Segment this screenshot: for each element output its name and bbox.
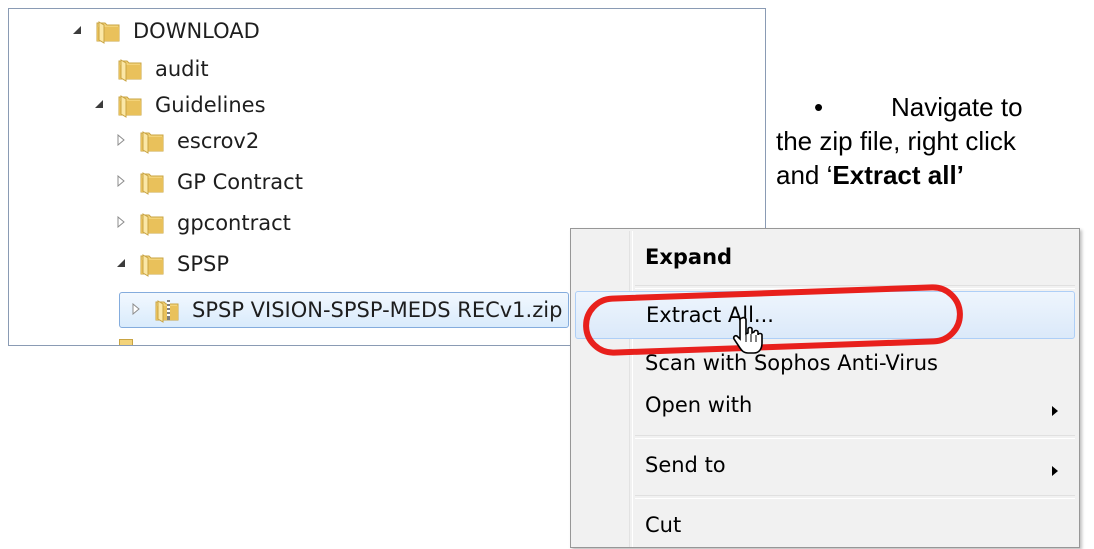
menu-separator bbox=[635, 495, 1075, 499]
zip-folder-icon bbox=[154, 297, 180, 323]
folder-icon bbox=[119, 339, 133, 345]
triangle-right-icon[interactable] bbox=[111, 171, 133, 193]
folder-icon bbox=[139, 128, 165, 154]
tree-item-escrov2[interactable]: escrov2 bbox=[111, 123, 259, 159]
tree-item-label: escrov2 bbox=[177, 129, 260, 153]
folder-icon bbox=[117, 56, 143, 82]
tree-item-gp-contract[interactable]: GP Contract bbox=[111, 164, 303, 200]
tree-item-gpcontract[interactable]: gpcontract bbox=[111, 205, 291, 241]
instruction-text: • Navigate to the zip file, right click … bbox=[776, 90, 1094, 192]
triangle-right-icon[interactable] bbox=[111, 212, 133, 234]
folder-icon bbox=[139, 210, 165, 236]
triangle-down-icon[interactable] bbox=[89, 94, 111, 116]
tree-item-label: SPSP VISION-SPSP-MEDS RECv1.zip bbox=[192, 298, 563, 322]
bullet: • bbox=[814, 92, 824, 122]
tree-item-label: Guidelines bbox=[155, 93, 266, 117]
chevron-right-icon bbox=[1051, 458, 1059, 482]
folder-icon bbox=[117, 92, 143, 118]
triangle-down-icon[interactable] bbox=[67, 20, 89, 42]
tree-item-spsp[interactable]: SPSP bbox=[111, 246, 229, 282]
folder-icon bbox=[139, 169, 165, 195]
menu-separator bbox=[635, 435, 1075, 439]
tree-item-download[interactable]: DOWNLOAD bbox=[67, 13, 260, 49]
tree-item-guidelines[interactable]: Guidelines bbox=[89, 87, 266, 123]
menu-item-cut[interactable]: Cut bbox=[575, 501, 1075, 549]
folder-icon bbox=[139, 251, 165, 277]
tree-item-label: GP Contract bbox=[177, 170, 303, 194]
menu-item-send-to[interactable]: Send to bbox=[575, 441, 1075, 489]
tree-item-label: audit bbox=[155, 57, 209, 81]
triangle-down-icon[interactable] bbox=[111, 253, 133, 275]
instruction-line-2: the zip file, right click bbox=[776, 126, 1016, 156]
instruction-line-1: Navigate to bbox=[891, 92, 1023, 122]
triangle-right-icon[interactable] bbox=[126, 299, 148, 321]
tree-item-audit[interactable]: audit bbox=[89, 51, 209, 87]
folder-icon bbox=[95, 18, 121, 44]
tree-item-label: gpcontract bbox=[177, 211, 291, 235]
chevron-right-icon bbox=[1051, 398, 1059, 422]
tree-item-label: DOWNLOAD bbox=[133, 19, 260, 43]
tree-item-label: SPSP bbox=[177, 252, 229, 276]
menu-item-expand[interactable]: Expand bbox=[575, 233, 1075, 281]
hand-cursor-icon bbox=[732, 316, 766, 360]
triangle-right-icon[interactable] bbox=[111, 130, 133, 152]
instruction-line-3: and ‘Extract all’ bbox=[776, 160, 964, 190]
tree-item-zip-file[interactable]: SPSP VISION-SPSP-MEDS RECv1.zip bbox=[119, 292, 569, 328]
menu-item-open-with[interactable]: Open with bbox=[575, 381, 1075, 429]
context-menu: Expand Extract All... Scan with Sophos A… bbox=[570, 228, 1080, 548]
